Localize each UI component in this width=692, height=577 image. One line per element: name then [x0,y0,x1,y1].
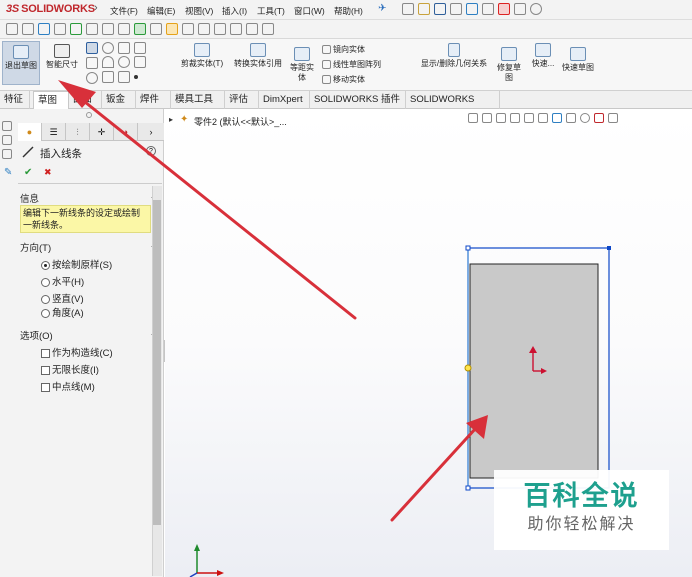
annotation-arrow-1 [58,80,357,320]
sketch-endpoint-top-right[interactable] [607,246,611,250]
sketch-endpoint-bottom-left[interactable] [465,485,471,491]
watermark-subtitle: 助你轻松解决 [527,516,636,533]
watermark-title: 百科全说 [523,481,640,511]
watermark: 百科全说 助你轻松解决 [494,470,669,550]
sketch-endpoint-top-left[interactable] [465,245,471,251]
snap-point-icon[interactable] [464,364,472,372]
triad-icon [189,544,224,577]
